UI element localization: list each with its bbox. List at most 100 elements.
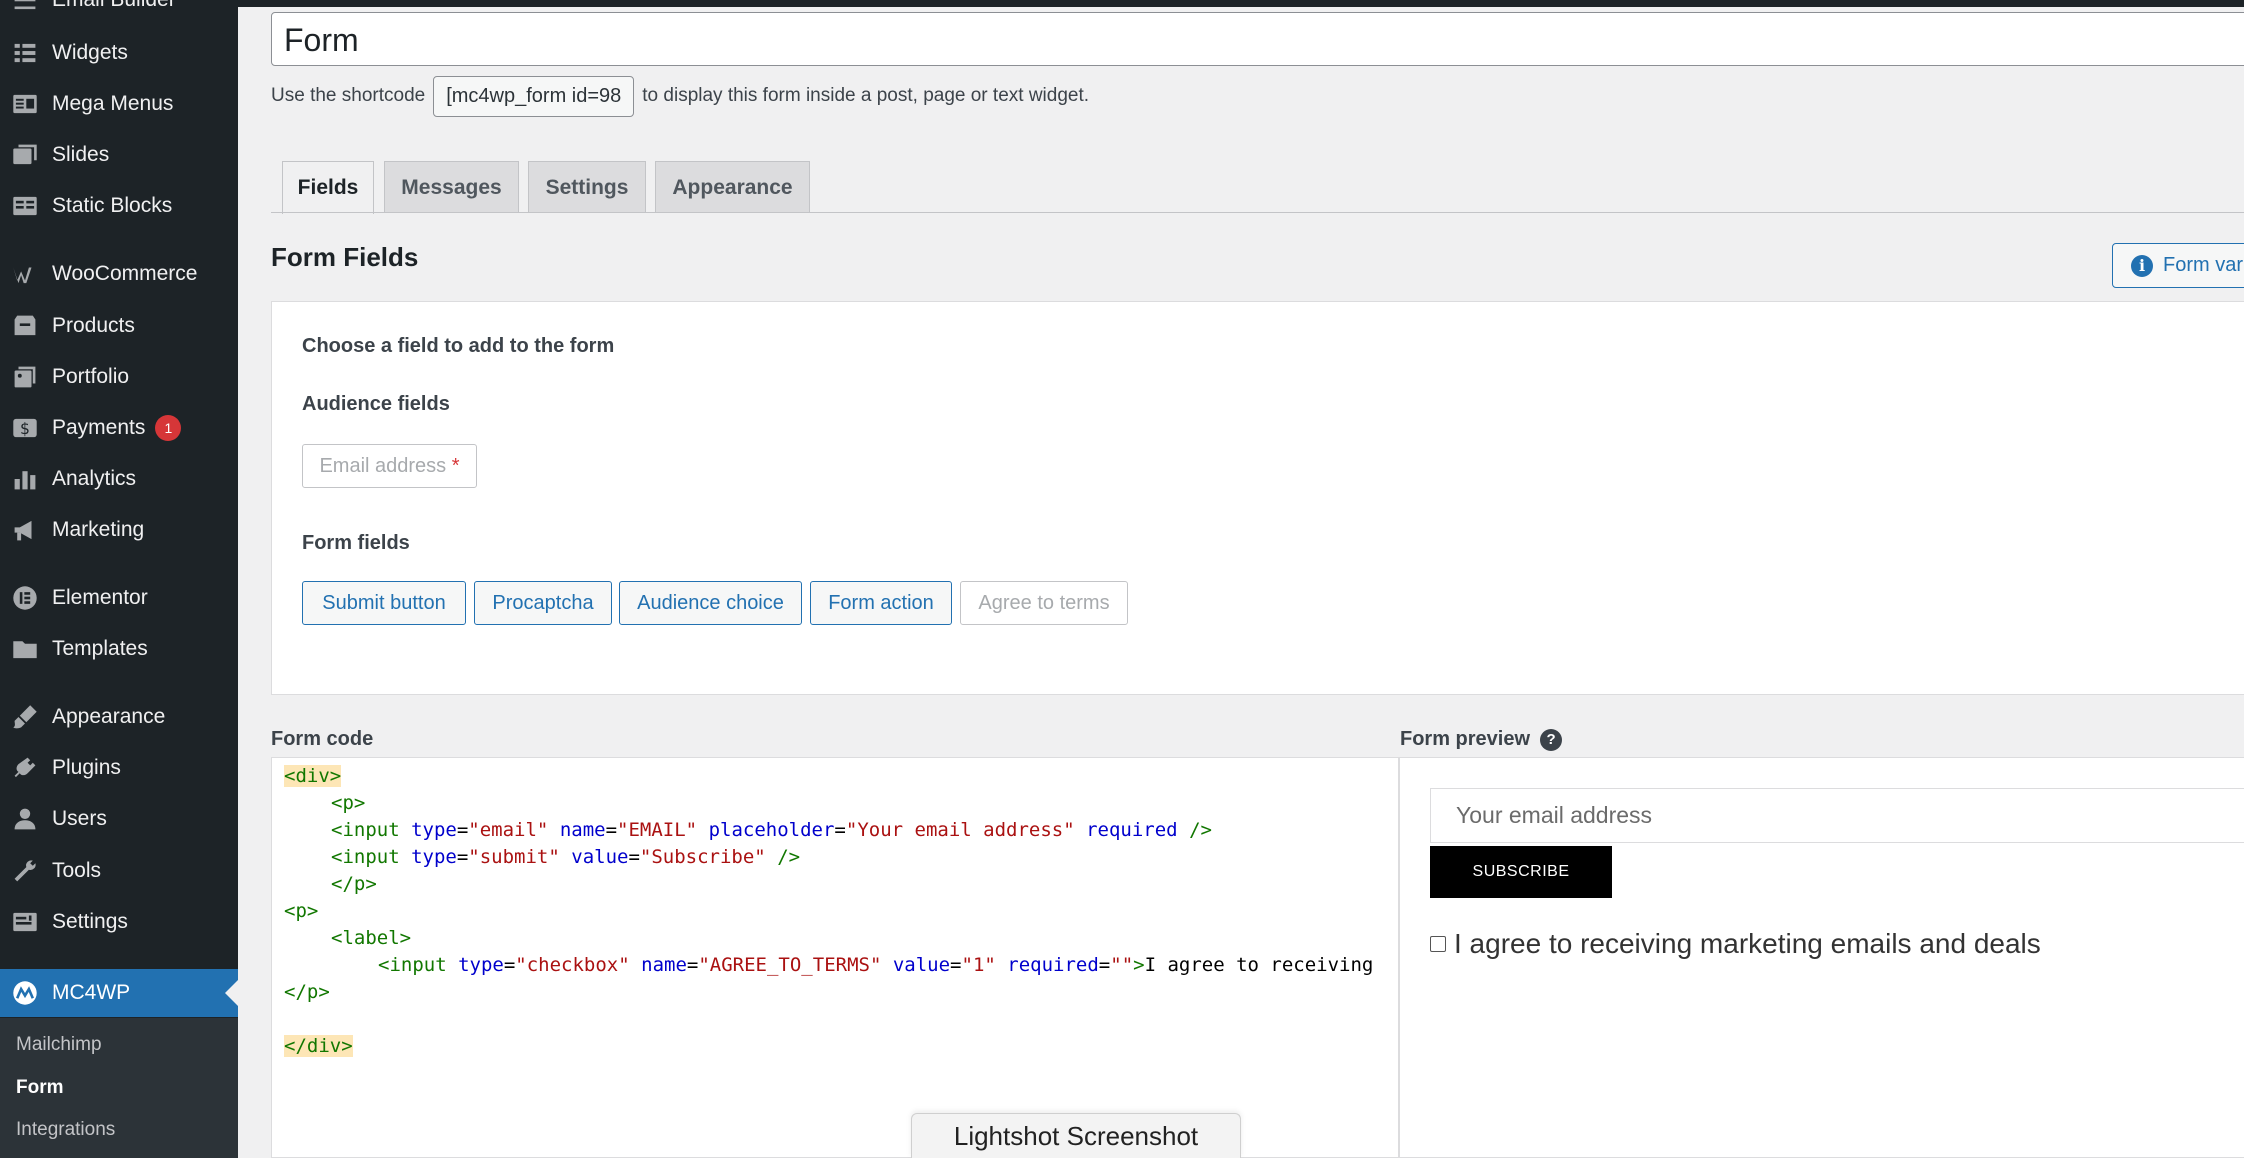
audience-choice-field-button[interactable]: Audience choice: [619, 581, 802, 625]
preview-email-input[interactable]: Your email address: [1430, 788, 2244, 843]
code-token: "AGREE_TO_TERMS": [698, 954, 882, 976]
mega-menus-icon: [12, 91, 38, 117]
elementor-icon: [12, 585, 38, 611]
code-token: <p>: [331, 792, 366, 814]
shortcode-suffix: to display this form inside a post, page…: [642, 85, 1090, 106]
shortcode-field[interactable]: [mc4wp_form id=98: [433, 75, 635, 117]
code-token: <p>: [284, 900, 319, 922]
code-token: name: [641, 954, 687, 976]
products-icon: [12, 313, 38, 339]
submenu-item-form[interactable]: Form: [16, 1077, 64, 1099]
sidebar-item-label: Mega Menus: [52, 92, 174, 115]
preview-terms-row: I agree to receiving marketing emails an…: [1430, 928, 2041, 960]
lightshot-screenshot-tab[interactable]: Lightshot Screenshot: [911, 1113, 1241, 1158]
form-variables-button[interactable]: i Form var: [2112, 243, 2244, 288]
sidebar-item-woocommerce[interactable]: WooCommerce: [0, 252, 238, 296]
code-token: "submit": [468, 846, 560, 868]
form-title-input[interactable]: Form: [271, 12, 2244, 66]
procaptcha-field-button[interactable]: Procaptcha: [474, 581, 612, 625]
code-line: </p>: [331, 873, 377, 895]
sidebar-item-static-blocks[interactable]: Static Blocks: [0, 184, 238, 228]
code-line: <label>: [331, 927, 411, 949]
sidebar-item-label: Plugins: [52, 756, 121, 779]
sidebar-item-label: Settings: [52, 910, 128, 933]
sidebar-item-label: Users: [52, 807, 107, 830]
choose-field-text: Choose a field to add to the form: [302, 335, 615, 357]
help-icon[interactable]: ?: [1540, 728, 1563, 751]
audience-fields-label: Audience fields: [302, 393, 450, 415]
tab-settings[interactable]: Settings: [528, 161, 646, 213]
preview-terms-label: I agree to receiving marketing emails an…: [1454, 928, 2041, 959]
sidebar-item-mega-menus[interactable]: Mega Menus: [0, 82, 238, 126]
preview-subscribe-button[interactable]: SUBSCRIBE: [1430, 846, 1612, 898]
agree-to-terms-field-button[interactable]: Agree to terms: [960, 581, 1128, 625]
code-token: "checkbox": [515, 954, 630, 976]
sidebar-item-marketing[interactable]: Marketing: [0, 508, 238, 552]
code-token: <input: [378, 954, 459, 976]
tab-fields[interactable]: Fields: [282, 161, 374, 214]
marketing-icon: [12, 517, 38, 543]
preview-terms-checkbox[interactable]: [1430, 936, 1446, 952]
static-blocks-icon: [12, 193, 38, 219]
submenu-item-integrations[interactable]: Integrations: [16, 1119, 115, 1141]
sidebar-item-tools[interactable]: Tools: [0, 849, 238, 893]
mc4wp-icon: [12, 980, 38, 1006]
slides-icon: [12, 142, 38, 168]
sidebar-item-slides[interactable]: Slides: [0, 133, 238, 177]
sidebar-item-products[interactable]: Products: [0, 304, 238, 348]
sidebar-item-settings[interactable]: Settings: [0, 900, 238, 944]
tab-divider: [271, 212, 2244, 213]
admin-bar: [238, 0, 2244, 7]
sidebar-item-label: Analytics: [52, 467, 137, 490]
code-token: />: [1177, 819, 1212, 841]
code-token: >: [1133, 954, 1145, 976]
code-line: <p>: [331, 792, 365, 814]
submenu-item-mailchimp[interactable]: Mailchimp: [16, 1034, 102, 1056]
sidebar-item-label: Static Blocks: [52, 194, 173, 217]
sidebar-item-payments[interactable]: $ Payments 1: [0, 406, 238, 450]
form-action-field-button[interactable]: Form action: [810, 581, 952, 625]
list-icon: [12, 0, 38, 13]
form-code-editor[interactable]: <div> <p> <input type="email" name="EMAI…: [271, 757, 1399, 1158]
woocommerce-icon: [12, 261, 38, 287]
code-token: value: [892, 954, 951, 976]
code-token: "": [1110, 954, 1134, 976]
sidebar-item-email-builder[interactable]: Email Builder: [0, 0, 238, 22]
sidebar-item-label: WooCommerce: [52, 262, 198, 285]
admin-sidebar: Email Builder Widgets Mega Menus Slides …: [0, 0, 238, 1158]
sidebar-item-label: Templates: [52, 637, 148, 660]
email-address-field-button[interactable]: Email address *: [302, 444, 477, 488]
code-line: </p>: [284, 981, 330, 1003]
required-mark: *: [451, 454, 460, 477]
code-token: />: [765, 846, 801, 868]
sidebar-item-plugins[interactable]: Plugins: [0, 746, 238, 790]
field-chooser-panel: Choose a field to add to the form Audien…: [271, 301, 2244, 695]
form-code-label: Form code: [271, 728, 374, 750]
code-line: <input type="email" name="EMAIL" placeho…: [331, 819, 1212, 841]
sidebar-item-appearance[interactable]: Appearance: [0, 695, 238, 739]
sidebar-item-label: MC4WP: [52, 981, 131, 1004]
tab-appearance[interactable]: Appearance: [655, 161, 810, 213]
sidebar-item-analytics[interactable]: Analytics: [0, 457, 238, 501]
code-token: </div>: [284, 1035, 353, 1057]
sidebar-item-users[interactable]: Users: [0, 797, 238, 841]
sidebar-item-label: Payments: [52, 416, 146, 439]
sidebar-item-elementor[interactable]: Elementor: [0, 576, 238, 620]
tab-messages[interactable]: Messages: [384, 161, 519, 213]
portfolio-icon: [12, 364, 38, 390]
mc4wp-submenu: Mailchimp Form Integrations: [0, 1018, 238, 1158]
submit-button-field-button[interactable]: Submit button: [302, 581, 466, 625]
code-token: I agree to receiving: [1144, 954, 1374, 976]
sidebar-item-portfolio[interactable]: Portfolio: [0, 355, 238, 399]
code-line: </div>: [284, 1035, 353, 1057]
wrench-icon: [12, 858, 38, 884]
code-token: type: [458, 954, 504, 976]
sidebar-item-widgets[interactable]: Widgets: [0, 31, 238, 75]
sidebar-item-templates[interactable]: Templates: [0, 627, 238, 671]
code-token: value: [571, 846, 629, 868]
sidebar-item-label: Elementor: [52, 586, 148, 609]
sidebar-item-label: Appearance: [52, 705, 166, 728]
code-token: <input: [331, 846, 412, 868]
current-menu-arrow: [225, 980, 238, 1006]
sidebar-item-mc4wp[interactable]: MC4WP: [0, 969, 238, 1017]
